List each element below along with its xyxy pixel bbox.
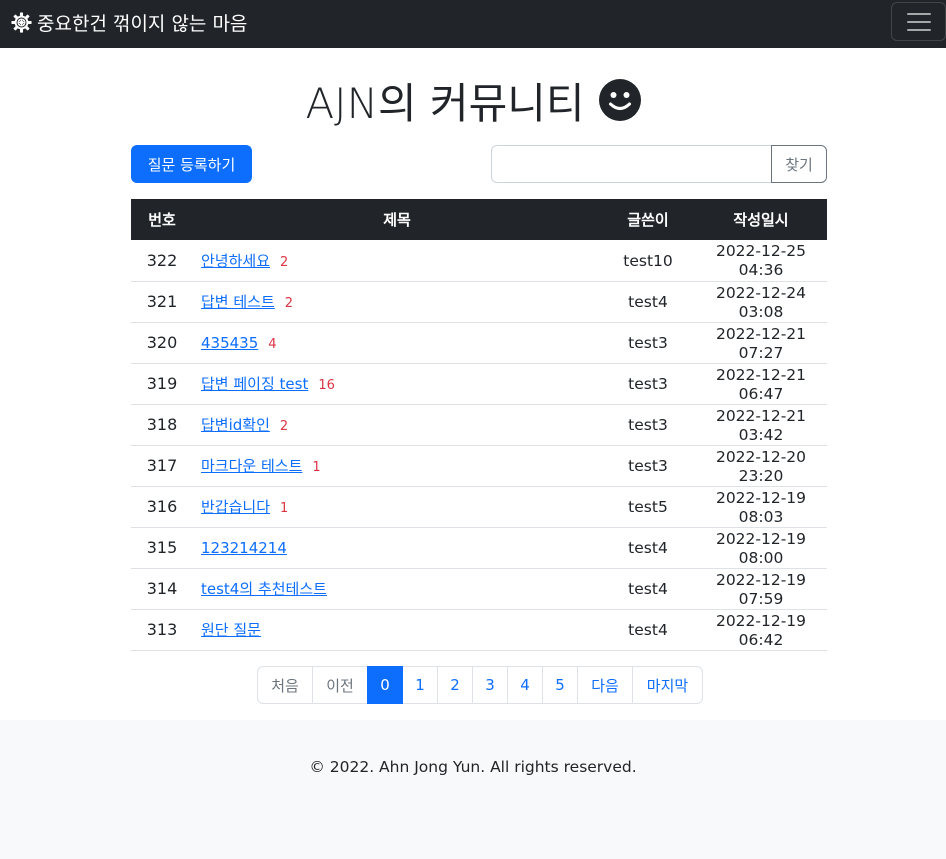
question-title-link[interactable]: 답변id확인 bbox=[201, 416, 270, 434]
row-author: test3 bbox=[628, 334, 668, 352]
table-row: 321 답변 테스트 2 test4 2022-12-24 03:08 bbox=[131, 281, 827, 322]
page-title: AJN의 커뮤니티 bbox=[0, 72, 946, 128]
table-row: 315 123214214 test4 2022-12-19 08:00 bbox=[131, 527, 827, 568]
hamburger-menu-icon bbox=[906, 12, 931, 15]
table-row: 322 안녕하세요 2 test10 2022-12-25 04:36 bbox=[131, 240, 827, 281]
table-row: 318 답변id확인 2 test3 2022-12-21 03:42 bbox=[131, 404, 827, 445]
smiley-face-icon bbox=[598, 79, 641, 121]
row-number: 322 bbox=[146, 250, 178, 270]
row-author: test3 bbox=[628, 457, 668, 475]
table-row: 313 원단 질문 test4 2022-12-19 06:42 bbox=[131, 609, 827, 650]
answer-count: 2 bbox=[284, 296, 294, 311]
row-date: 2022-12-25 04:36 bbox=[715, 242, 807, 280]
row-author: test4 bbox=[628, 539, 668, 557]
row-date: 2022-12-19 07:59 bbox=[715, 570, 807, 608]
navbar-brand[interactable]: 중요한건 꺾이지 않는 마음 bbox=[10, 8, 247, 36]
register-question-button[interactable]: 질문 등록하기 bbox=[131, 145, 252, 183]
question-title-link[interactable]: 답변 테스트 bbox=[201, 293, 275, 311]
row-date: 2022-12-24 03:08 bbox=[715, 283, 807, 321]
row-number: 320 bbox=[146, 333, 178, 352]
page-number-1[interactable]: 1 bbox=[402, 666, 438, 704]
question-title-link[interactable]: 123214214 bbox=[201, 539, 287, 557]
hamburger-menu-icon-line bbox=[906, 28, 931, 31]
table-row: 317 마크다운 테스트 1 test3 2022-12-20 23:20 bbox=[131, 445, 827, 486]
column-header-title: 제목 bbox=[383, 211, 411, 229]
row-author: test5 bbox=[628, 498, 668, 516]
page-number-2[interactable]: 2 bbox=[437, 666, 473, 704]
answer-count: 1 bbox=[280, 501, 289, 516]
question-title-link[interactable]: test4의 추천테스트 bbox=[201, 580, 327, 598]
navbar-toggler-button[interactable] bbox=[891, 2, 946, 41]
answer-count: 16 bbox=[318, 378, 335, 393]
footer: © 2022. Ahn Jong Yun. All rights reserve… bbox=[0, 720, 946, 859]
row-author: test4 bbox=[628, 293, 668, 311]
table-row: 319 답변 페이징 test 16 test3 2022-12-21 06:47 bbox=[131, 363, 827, 404]
row-number: 317 bbox=[146, 456, 178, 475]
row-author: test3 bbox=[628, 375, 668, 393]
row-author: test4 bbox=[628, 621, 668, 639]
search-input[interactable] bbox=[491, 145, 773, 183]
answer-count: 2 bbox=[280, 254, 289, 270]
page-last[interactable]: 마지막 bbox=[632, 666, 703, 704]
column-header-date: 작성일시 bbox=[733, 211, 789, 229]
row-date: 2022-12-19 08:00 bbox=[715, 529, 807, 567]
question-title-link[interactable]: 안녕하세요 bbox=[201, 252, 270, 270]
search-button[interactable]: 찾기 bbox=[771, 145, 827, 183]
row-number: 321 bbox=[146, 292, 178, 311]
question-title-link[interactable]: 답변 페이징 test bbox=[201, 375, 308, 393]
page-number-3[interactable]: 3 bbox=[472, 666, 508, 704]
row-date: 2022-12-21 07:27 bbox=[715, 324, 807, 362]
row-date: 2022-12-20 23:20 bbox=[715, 447, 807, 485]
question-title-link[interactable]: 435435 bbox=[201, 334, 258, 352]
page-title-text: AJN의 커뮤니티 bbox=[305, 78, 585, 128]
question-title-link[interactable]: 반갑습니다 bbox=[201, 498, 270, 516]
row-date: 2022-12-21 06:47 bbox=[715, 365, 807, 403]
page-prev[interactable]: 이전 bbox=[312, 666, 368, 704]
pagination: 처음 이전 0 1 2 3 4 5 다음 마지막 bbox=[257, 666, 703, 704]
row-author: test4 bbox=[628, 580, 668, 598]
table-row: 314 test4의 추천테스트 test4 2022-12-19 07:59 bbox=[131, 568, 827, 609]
question-table: 번호 제목 글쓴이 작성일시 322 안녕하세요 2 test10 2022-12… bbox=[131, 199, 827, 651]
page-number-5[interactable]: 5 bbox=[542, 666, 578, 704]
page-next[interactable]: 다음 bbox=[577, 666, 633, 704]
footer-copyright: © 2022. Ahn Jong Yun. All rights reserve… bbox=[309, 758, 637, 776]
navbar: 중요한건 꺾이지 않는 마음 bbox=[0, 0, 946, 48]
row-number: 315 bbox=[146, 538, 178, 557]
column-header-author: 글쓴이 bbox=[627, 211, 669, 229]
row-number: 316 bbox=[146, 497, 178, 516]
page-first[interactable]: 처음 bbox=[257, 666, 313, 704]
answer-count: 4 bbox=[268, 337, 277, 352]
row-number: 314 bbox=[146, 579, 178, 598]
page-number-4[interactable]: 4 bbox=[507, 666, 543, 704]
row-date: 2022-12-19 08:03 bbox=[715, 488, 807, 526]
answer-count: 1 bbox=[312, 460, 321, 475]
row-author: test10 bbox=[623, 251, 673, 270]
table-row: 316 반갑습니다 1 test5 2022-12-19 08:03 bbox=[131, 486, 827, 527]
brand-text: 중요한건 꺾이지 않는 마음 bbox=[37, 12, 248, 35]
row-date: 2022-12-21 03:42 bbox=[715, 406, 807, 444]
table-row: 320 435435 4 test3 2022-12-21 07:27 bbox=[131, 322, 827, 363]
row-number: 318 bbox=[146, 415, 178, 434]
row-author: test3 bbox=[628, 416, 668, 434]
answer-count: 2 bbox=[279, 419, 289, 434]
question-title-link[interactable]: 마크다운 테스트 bbox=[201, 457, 302, 475]
table-header-row: 번호 제목 글쓴이 작성일시 bbox=[131, 199, 827, 240]
page-number-0[interactable]: 0 bbox=[367, 666, 403, 704]
row-number: 313 bbox=[146, 620, 178, 639]
hamburger-menu-icon-line bbox=[906, 20, 931, 23]
question-title-link[interactable]: 원단 질문 bbox=[201, 621, 261, 639]
gear-icon bbox=[11, 11, 32, 33]
row-number: 319 bbox=[146, 374, 178, 393]
column-header-number: 번호 bbox=[148, 211, 176, 229]
row-date: 2022-12-19 06:42 bbox=[715, 611, 807, 649]
